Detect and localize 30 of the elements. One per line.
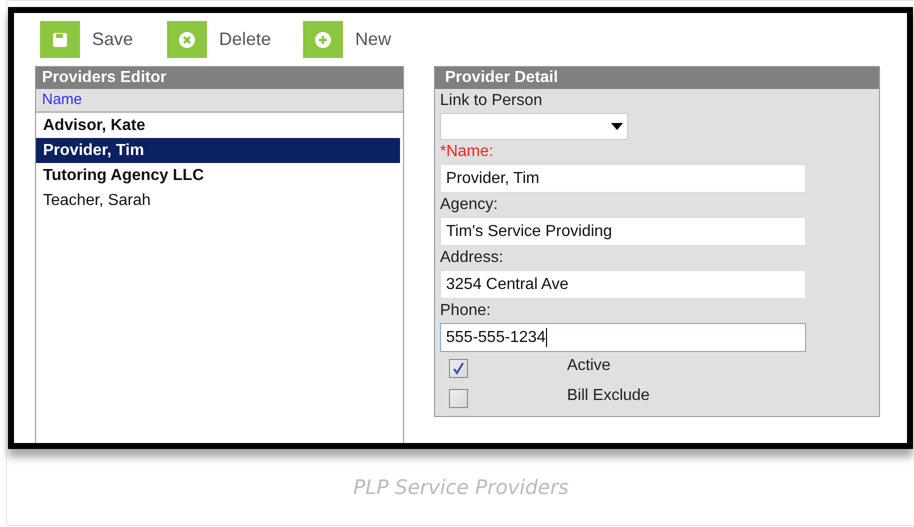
- provider-row[interactable]: Provider, Tim: [36, 138, 400, 163]
- checkbox[interactable]: [449, 389, 468, 408]
- text-field[interactable]: Tim's Service Providing: [440, 217, 806, 246]
- toolbar-button[interactable]: Save: [40, 21, 134, 58]
- toolbar-button[interactable]: Delete: [167, 21, 272, 58]
- checkbox[interactable]: [449, 359, 468, 378]
- provider-row[interactable]: Advisor, Kate: [36, 113, 400, 138]
- panel-header: Provider Detail: [435, 67, 879, 89]
- text-cursor: [546, 328, 547, 347]
- field-label: Phone:: [440, 301, 492, 321]
- checkbox-label: Bill Exclude: [567, 386, 650, 406]
- field-label: Address:: [440, 248, 504, 268]
- panel-header: Providers Editor: [36, 67, 403, 89]
- provider-row[interactable]: Tutoring Agency LLC: [36, 163, 400, 188]
- text-field[interactable]: 555-555-1234: [440, 323, 806, 352]
- link-to-person-dropdown[interactable]: [440, 113, 628, 140]
- toolbar-button[interactable]: New: [303, 21, 392, 58]
- dropdown-caret-icon: [611, 123, 623, 130]
- text-field[interactable]: 3254 Central Ave: [440, 270, 806, 299]
- plus-circle-icon: [314, 30, 332, 48]
- field-label: Link to Person: [440, 91, 544, 111]
- column-header[interactable]: Name: [36, 89, 403, 113]
- provider-row[interactable]: Teacher, Sarah: [36, 188, 400, 213]
- check-icon: [452, 362, 465, 375]
- caption: PLP Service Providers: [353, 474, 569, 501]
- close-circle-icon: [178, 30, 196, 48]
- field-label: *Name:: [440, 142, 494, 162]
- text-field[interactable]: Provider, Tim: [440, 164, 806, 193]
- checkbox-label: Active: [567, 356, 611, 376]
- field-label: Agency:: [440, 195, 499, 215]
